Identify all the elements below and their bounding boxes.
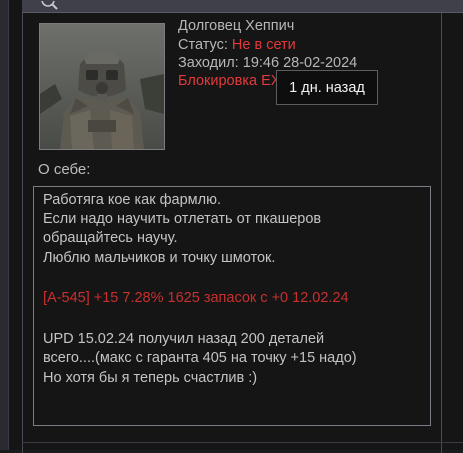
visited-label: Заходил: [178, 55, 239, 71]
about-line: UPD 15.02.24 получил назад 200 деталей [43, 331, 325, 347]
status-label: Статус: [178, 37, 228, 53]
about-line: Но хотя бы я теперь счастлив :) [43, 370, 258, 386]
about-label: О себе: [38, 161, 91, 178]
about-line: обращайтесь научу. [43, 230, 178, 246]
left-scroll-strip [0, 0, 9, 450]
search-icon[interactable] [38, 0, 64, 12]
about-line: Люблю мальчиков и точку шмоток. [43, 250, 276, 266]
status-line: Статус: Не в сети [178, 37, 296, 53]
visited-value[interactable]: 19:46 28-02-2024 [243, 55, 358, 71]
profile-name: Долговец Хеппич [178, 18, 295, 34]
about-line: Если надо научить отлетать от пкашеров [43, 211, 322, 227]
about-line: всего....(макс с гаранта 405 на точку +1… [43, 350, 357, 366]
status-value: Не в сети [231, 37, 296, 53]
about-line: Работяга кое как фармлю. [43, 192, 222, 208]
about-line-highlight: [A-545] +15 7.28% 1625 запасок с +0 12.0… [43, 290, 349, 306]
header-bar [22, 0, 463, 13]
avatar [39, 23, 165, 150]
tooltip: 1 дн. назад [276, 70, 378, 105]
last-visit-line: Заходил: 19:46 28-02-2024 [178, 55, 357, 71]
block-status: Блокировка ЕХ [178, 73, 281, 89]
